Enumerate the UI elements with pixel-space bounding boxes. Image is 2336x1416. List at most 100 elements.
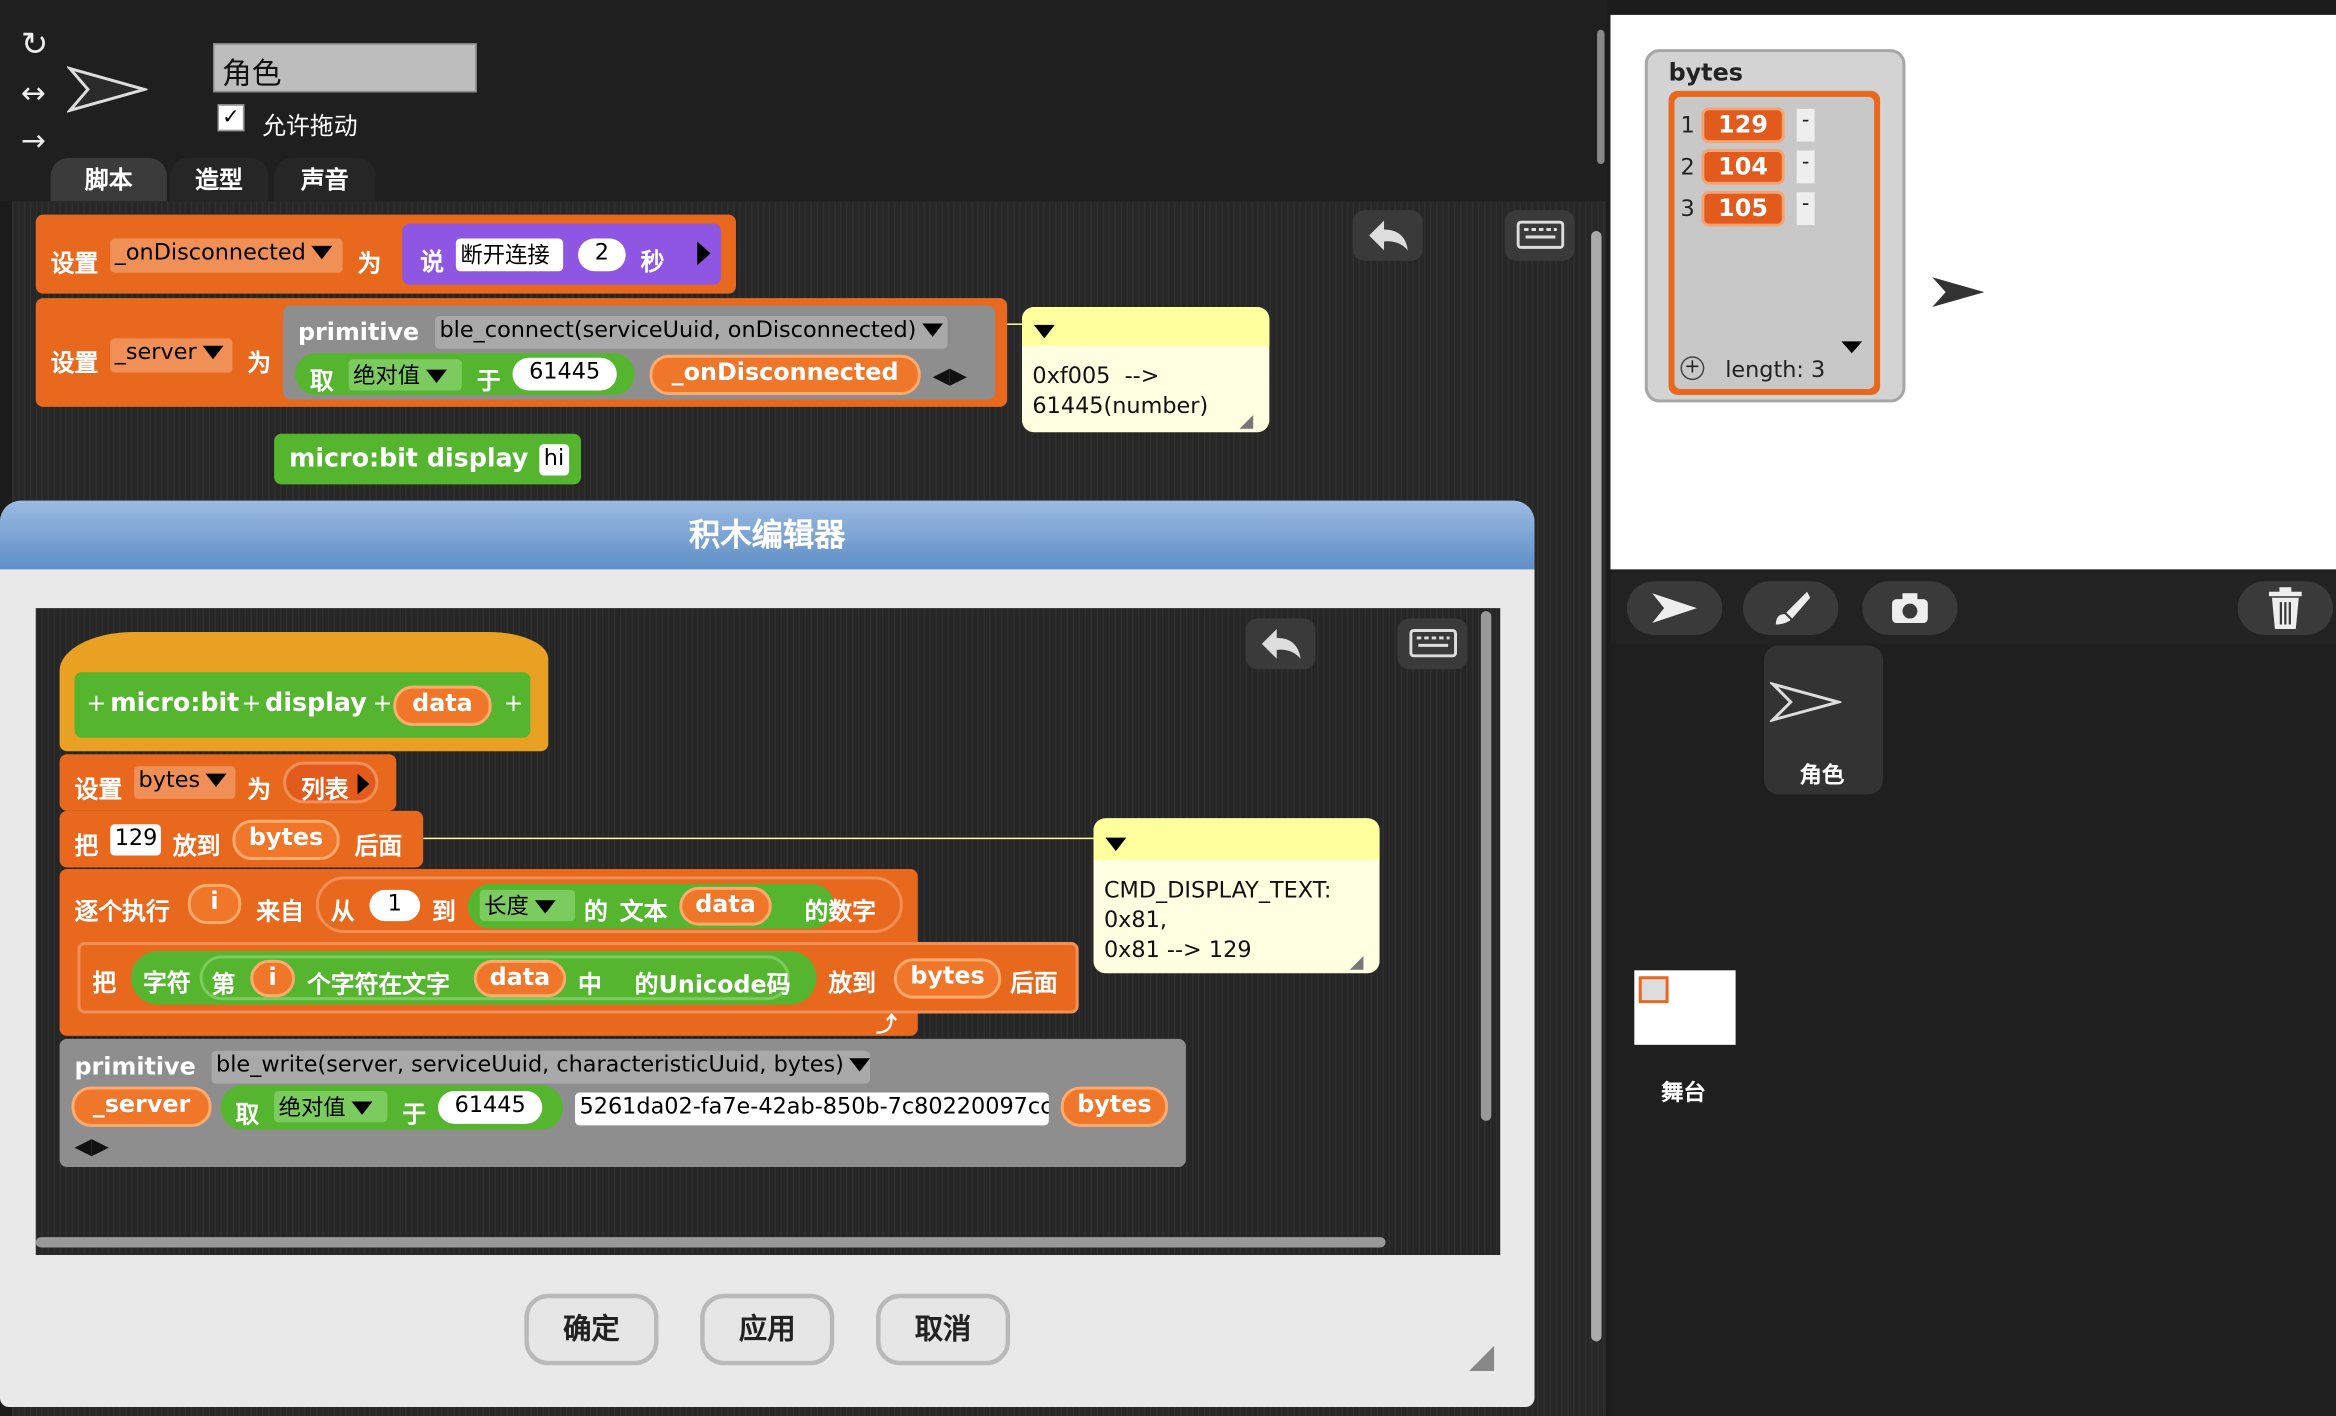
var-name: bytes [138, 766, 201, 793]
list-cell[interactable]: 129 [1701, 107, 1785, 144]
add-unicode-block[interactable]: 把 字符 第 i 个字符在文字 data 中 的Unicode码 放到 byte… [77, 941, 1079, 1014]
hat-block[interactable]: + micro:bit + display + data + [59, 631, 549, 752]
letter-of-block[interactable]: 第 i 个字符在文字 data 中 的Unicode码 [199, 955, 791, 1001]
delete-icon[interactable]: - [1796, 192, 1815, 226]
tab-sounds[interactable]: 声音 [274, 157, 376, 202]
say-block[interactable]: 说 断开连接 2 秒 [402, 223, 722, 285]
arity-arrows-icon[interactable]: ◀▶ [74, 1133, 108, 1160]
number-input[interactable]: 61445 [438, 1091, 543, 1124]
undo-button[interactable] [1245, 618, 1316, 670]
bytes-variable[interactable]: bytes [232, 819, 340, 861]
list-block[interactable]: 列表 [283, 761, 379, 804]
rotate-any-icon[interactable]: ↻ [21, 27, 48, 64]
resize-icon[interactable]: ◢ [1350, 946, 1364, 976]
list-cell[interactable]: 104 [1701, 149, 1785, 185]
into-label: 放到 [828, 968, 877, 998]
ok-button[interactable]: 确定 [524, 1293, 659, 1366]
plus-label: + [241, 688, 262, 717]
rotate-lr-icon[interactable]: ↔ [21, 75, 46, 111]
data-variable[interactable]: data [679, 886, 772, 926]
data-param[interactable]: data [393, 685, 492, 726]
primitive-func-dropdown[interactable]: ble_connect(serviceUuid, onDisconnected) [435, 315, 948, 349]
sprite-name-input[interactable]: 角色 [213, 43, 477, 93]
list-cell[interactable]: 105 [1701, 190, 1785, 227]
microbit-display-block[interactable]: micro:bit display hi [274, 433, 582, 485]
var-dropdown[interactable]: bytes [134, 766, 236, 799]
paint-button[interactable] [1743, 581, 1839, 635]
add-item-icon[interactable]: + [1680, 356, 1705, 381]
dialog-vscrollbar[interactable] [1480, 611, 1492, 1121]
ble-write-primitive-block[interactable]: primitive ble_write(server, serviceUuid,… [59, 1038, 1186, 1168]
resize-icon[interactable]: ◢ [1240, 405, 1254, 435]
bytes-variable[interactable]: bytes [1060, 1086, 1169, 1127]
abs-block[interactable]: 取 绝对值 于 61445 [294, 353, 635, 395]
primitive-func-dropdown[interactable]: ble_write(server, serviceUuid, character… [211, 1050, 871, 1084]
trash-button[interactable] [2237, 581, 2334, 635]
undo-button[interactable] [1352, 210, 1423, 261]
secs-input[interactable]: 2 [578, 238, 626, 272]
start-input[interactable]: 1 [369, 889, 421, 922]
primitive-block[interactable]: primitive ble_connect(serviceUuid, onDis… [283, 305, 996, 400]
length-dropdown[interactable]: 长度 [479, 889, 576, 922]
scroll-down-icon[interactable] [1841, 341, 1863, 354]
number-input[interactable]: 61445 [512, 357, 617, 391]
comment-note[interactable]: 0xf005 --> 61445(number) ◢ [1022, 307, 1270, 435]
primitive-label: primitive [74, 1052, 196, 1081]
var-dropdown[interactable]: _onDisconnected [110, 238, 343, 273]
cancel-button[interactable]: 取消 [876, 1293, 1011, 1366]
sprite-corral-label: 角色 [1799, 761, 1845, 789]
right-scrollbar[interactable] [1597, 29, 1605, 164]
say-text-input[interactable]: 断开连接 [455, 238, 564, 272]
draggable-checkbox[interactable]: ✓ [217, 104, 245, 132]
comment-note[interactable]: CMD_DISPLAY_TEXT: 0x81, 0x81 --> 129 ◢ [1093, 818, 1380, 976]
to-label: 为 [247, 348, 272, 378]
expand-arrow-icon[interactable] [357, 773, 370, 795]
display-arg-input[interactable]: hi [539, 444, 570, 476]
abs-dropdown[interactable]: 绝对值 [274, 1091, 388, 1123]
set-block-server[interactable]: 设置 _server 为 primitive ble_connect(servi… [35, 298, 1008, 407]
turtle-button[interactable] [1626, 581, 1723, 635]
rotate-none-icon[interactable]: → [21, 122, 46, 158]
sprite-arrow-icon[interactable] [1931, 274, 1988, 310]
collapse-icon[interactable] [1033, 324, 1055, 339]
resize-handle-icon[interactable]: ◢ [1469, 1338, 1494, 1375]
delete-icon[interactable]: - [1796, 150, 1815, 184]
set-bytes-block[interactable]: 设置 bytes 为 列表 [59, 754, 397, 811]
apply-button[interactable]: 应用 [700, 1293, 835, 1366]
camera-button[interactable] [1862, 581, 1958, 635]
abs-block[interactable]: 取 绝对值 于 61445 [220, 1085, 564, 1130]
in-label: 中 [578, 970, 602, 999]
keyboard-button[interactable] [1504, 210, 1575, 261]
numbers-block[interactable]: 从 1 到 长度 的 文本 data 的数字 [315, 876, 903, 934]
script-scrollbar[interactable] [1591, 231, 1602, 1342]
tab-scripts[interactable]: 脚本 [50, 157, 167, 202]
text-length-block[interactable]: 长度 的 文本 data [467, 883, 835, 929]
arity-arrows-icon[interactable]: ◀▶ [933, 362, 967, 389]
dialog-hscrollbar[interactable] [35, 1237, 1386, 1248]
add-to-list-block[interactable]: 把 129 放到 bytes 后面 [59, 810, 424, 868]
bytes-variable[interactable]: bytes [893, 958, 1002, 999]
value-input[interactable]: 129 [110, 824, 161, 856]
plus-label: + [86, 688, 107, 717]
abs-dropdown[interactable]: 绝对值 [348, 359, 462, 391]
delete-icon[interactable]: - [1796, 108, 1815, 142]
list-watcher[interactable]: bytes 1 129 - 2 104 - 3 105 - + length: … [1644, 49, 1906, 403]
uuid-input[interactable]: 5261da02-fa7e-42ab-850b-7c80220097cc [575, 1092, 1049, 1126]
text-label: 文本 [619, 897, 668, 926]
prototype-block[interactable]: + micro:bit + display + data + [74, 672, 531, 738]
keyboard-button[interactable] [1397, 618, 1468, 670]
ondisconnected-variable[interactable]: _onDisconnected [649, 354, 921, 395]
data-variable[interactable]: data [473, 959, 567, 998]
stage-thumbnail[interactable] [1634, 970, 1736, 1045]
unicode-block[interactable]: 字符 第 i 个字符在文字 data 中 的Unicode码 [131, 950, 817, 1005]
sprite-icon[interactable]: 角色 [1763, 645, 1884, 795]
expand-arrow-icon[interactable] [697, 241, 711, 266]
into-label: 放到 [172, 831, 221, 861]
collapse-icon[interactable] [1105, 837, 1127, 852]
var-dropdown[interactable]: _server [110, 338, 233, 373]
iterator-variable[interactable]: i [187, 883, 242, 925]
set-block-ondisconnected[interactable]: 设置 _onDisconnected 为 说 断开连接 2 秒 [35, 214, 736, 294]
server-variable[interactable]: _server [71, 1086, 212, 1127]
iterator-variable[interactable]: i [250, 959, 295, 998]
tab-costumes[interactable]: 造型 [169, 157, 269, 202]
